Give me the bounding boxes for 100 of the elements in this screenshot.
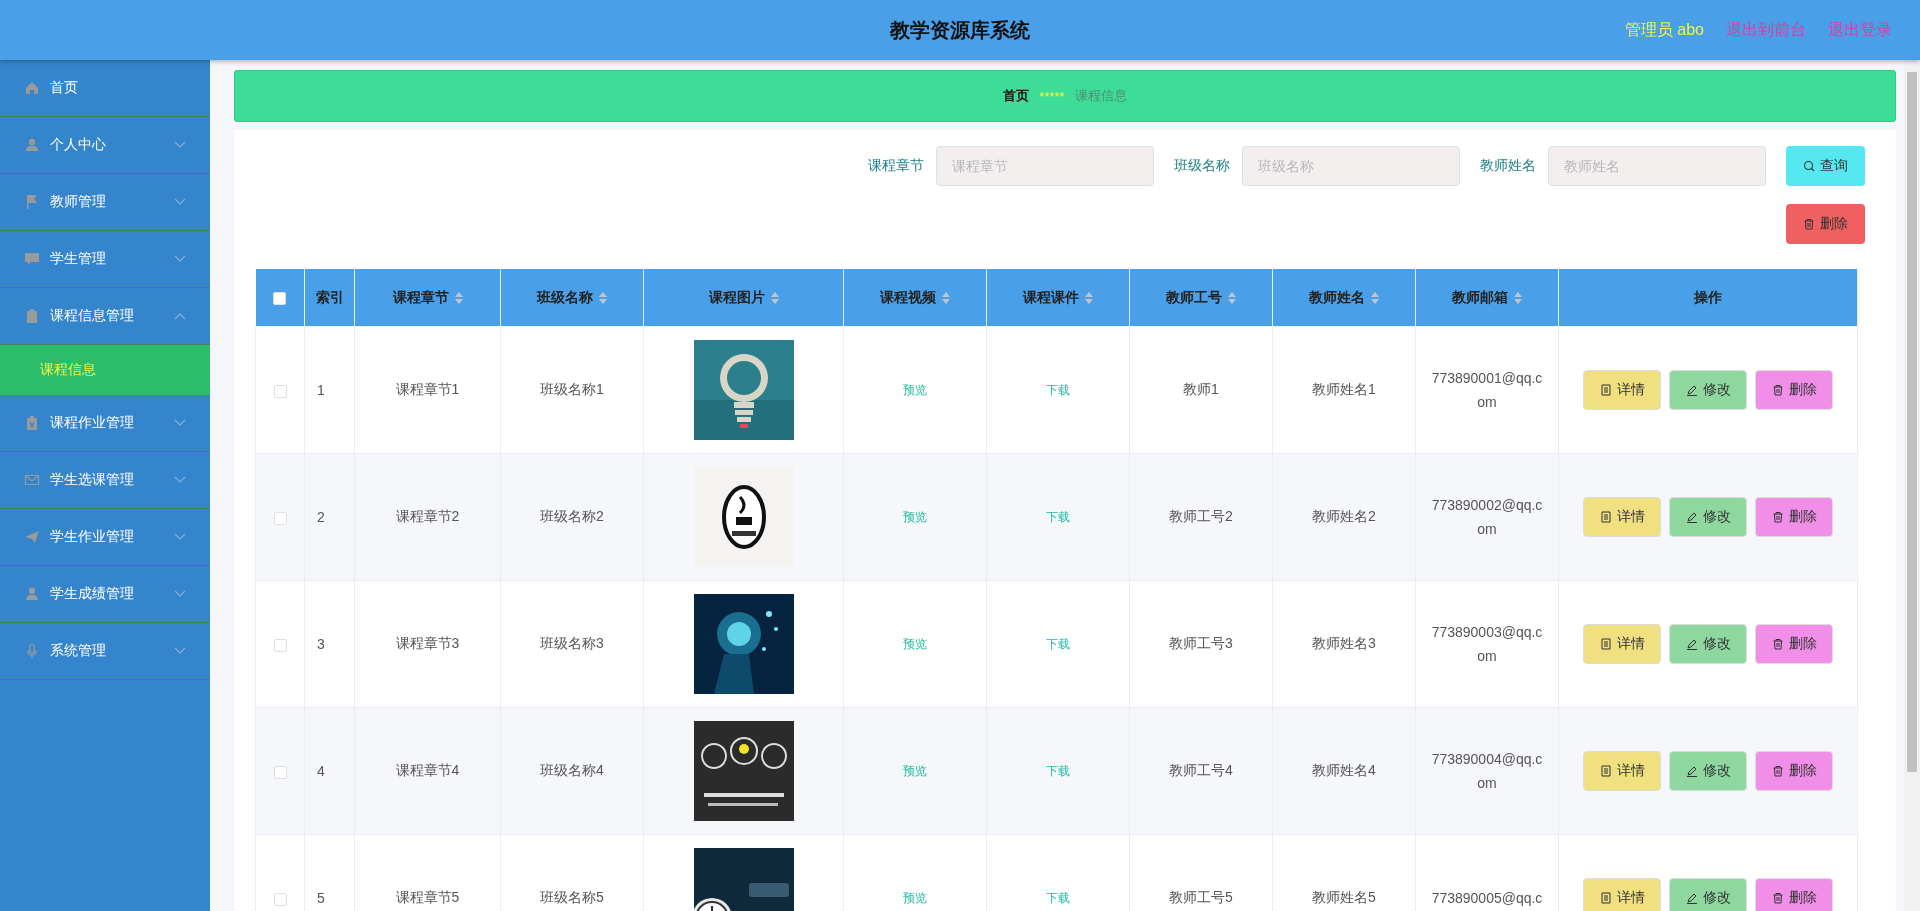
search-button[interactable]: 查询: [1786, 146, 1865, 186]
menu-icon: [24, 586, 40, 602]
column-header: 教师姓名: [1309, 288, 1365, 307]
download-link[interactable]: 下载: [1046, 510, 1070, 524]
sort-icon[interactable]: [770, 291, 779, 304]
sidebar-item[interactable]: 学生选课管理: [0, 452, 210, 509]
menu-icon: [24, 643, 40, 659]
table-cell: 教师1: [1183, 381, 1219, 397]
edit-icon: [1685, 892, 1698, 904]
menu-icon: [24, 308, 40, 324]
document-icon: [1599, 638, 1612, 650]
delete-button[interactable]: 删除: [1755, 497, 1833, 537]
edit-button[interactable]: 修改: [1669, 497, 1747, 537]
column-header: 教师工号: [1166, 288, 1222, 307]
table-cell: 班级名称1: [540, 381, 604, 397]
table-cell: 教师姓名1: [1312, 381, 1376, 397]
sidebar-item[interactable]: 首页: [0, 60, 210, 117]
edit-button[interactable]: 修改: [1669, 751, 1747, 791]
table-cell: 课程章节4: [395, 762, 460, 778]
table-cell: 班级名称4: [540, 762, 604, 778]
row-checkbox[interactable]: [273, 892, 287, 906]
edit-button[interactable]: 修改: [1669, 370, 1747, 410]
chevron-down-icon: [174, 590, 186, 598]
table-cell: 教师姓名3: [1312, 635, 1376, 651]
sidebar-item[interactable]: 个人中心: [0, 117, 210, 174]
download-link[interactable]: 下载: [1046, 891, 1070, 905]
document-icon: [1599, 511, 1612, 523]
sidebar-item[interactable]: 课程作业管理: [0, 395, 210, 452]
preview-link[interactable]: 预览: [903, 510, 927, 524]
document-icon: [1599, 384, 1612, 396]
row-checkbox[interactable]: [273, 511, 287, 525]
preview-link[interactable]: 预览: [903, 891, 927, 905]
delete-button[interactable]: 删除: [1786, 204, 1865, 244]
sort-icon[interactable]: [1514, 291, 1522, 304]
column-header: 班级名称: [537, 288, 593, 307]
sidebar-item[interactable]: 教师管理: [0, 174, 210, 231]
sort-icon[interactable]: [1228, 291, 1236, 304]
field-label: 教师姓名: [1480, 157, 1536, 175]
preview-link[interactable]: 预览: [903, 764, 927, 778]
edit-button[interactable]: 修改: [1669, 878, 1747, 911]
download-link[interactable]: 下载: [1046, 637, 1070, 651]
chevron-up-icon: [174, 312, 186, 320]
details-button[interactable]: 详情: [1583, 624, 1661, 664]
chevron-down-icon: [174, 419, 186, 427]
column-header: 课程图片: [708, 288, 765, 307]
search-icon: [1803, 160, 1815, 172]
select-all-checkbox[interactable]: [273, 292, 287, 306]
table-cell: 教师姓名4: [1312, 762, 1376, 778]
sidebar-item[interactable]: 学生成绩管理: [0, 566, 210, 623]
submenu-item[interactable]: 课程信息: [0, 345, 210, 395]
app-title: 教学资源库系统: [890, 18, 1030, 41]
column-header: 教师邮箱: [1452, 288, 1508, 307]
sidebar-item[interactable]: 学生管理: [0, 231, 210, 288]
trash-icon: [1771, 765, 1784, 777]
chevron-down-icon: [174, 255, 186, 263]
table-cell: 1: [317, 382, 325, 398]
row-checkbox[interactable]: [273, 638, 287, 652]
edit-button[interactable]: 修改: [1669, 624, 1747, 664]
delete-button[interactable]: 删除: [1755, 370, 1833, 410]
sidebar-item[interactable]: 学生作业管理: [0, 509, 210, 566]
preview-link[interactable]: 预览: [903, 383, 927, 397]
table-cell-text: 773890005@qq.c: [1431, 889, 1543, 908]
details-button[interactable]: 详情: [1583, 751, 1661, 791]
sidebar-item[interactable]: 系统管理: [0, 623, 210, 680]
table-cell: 课程章节3: [395, 635, 460, 651]
field-label: 班级名称: [1174, 157, 1230, 175]
preview-link[interactable]: 预览: [903, 637, 927, 651]
chevron-down-icon: [174, 198, 186, 206]
search-field[interactable]: 班级名称: [1242, 146, 1460, 186]
menu-icon: [24, 251, 40, 267]
edit-icon: [1685, 765, 1698, 777]
table-cell: 2: [317, 509, 325, 525]
table-cell: 课程章节2: [395, 508, 460, 524]
table-cell: 班级名称3: [540, 635, 604, 651]
column-header: 课程课件: [1023, 288, 1079, 307]
column-header: 索引: [315, 288, 344, 307]
edit-icon: [1685, 638, 1698, 650]
row-checkbox[interactable]: [273, 765, 287, 779]
download-link[interactable]: 下载: [1046, 383, 1070, 397]
sort-icon[interactable]: [1085, 291, 1093, 304]
delete-button[interactable]: 删除: [1755, 878, 1833, 911]
search-field[interactable]: 课程章节: [936, 146, 1154, 186]
details-button[interactable]: 详情: [1583, 878, 1661, 911]
row-checkbox[interactable]: [273, 384, 287, 398]
delete-button[interactable]: 删除: [1755, 624, 1833, 664]
delete-button[interactable]: 删除: [1755, 751, 1833, 791]
table-cell: 教师工号2: [1169, 508, 1233, 524]
download-link[interactable]: 下载: [1046, 764, 1070, 778]
details-button[interactable]: 详情: [1583, 497, 1661, 537]
sort-icon[interactable]: [1371, 291, 1379, 304]
table-cell: 教师姓名2: [1312, 508, 1376, 524]
sort-icon[interactable]: [454, 291, 463, 304]
breadcrumb-home[interactable]: 首页: [1003, 87, 1030, 105]
details-button[interactable]: 详情: [1583, 370, 1661, 410]
table-cell-text: 773890004@qq.com: [1430, 750, 1544, 793]
menu-icon: [24, 529, 40, 545]
sort-icon[interactable]: [599, 291, 607, 304]
table-cell: 课程章节1: [395, 381, 460, 397]
breadcrumb-current: 课程信息: [1074, 87, 1127, 105]
sort-icon[interactable]: [942, 291, 950, 304]
